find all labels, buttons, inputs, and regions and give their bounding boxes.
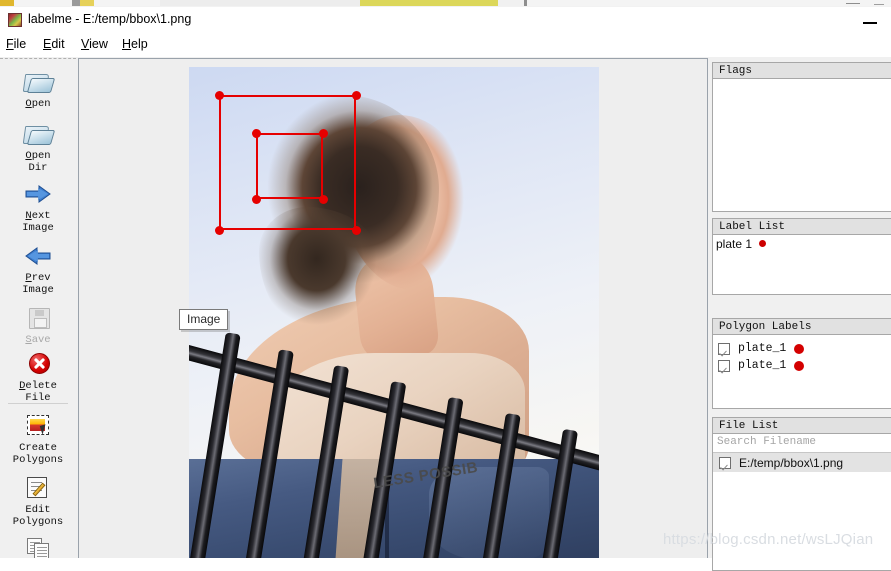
polygon-label-row[interactable]: plate_1 bbox=[713, 357, 891, 374]
polygon-labels-panel-body[interactable]: plate_1 plate_1 bbox=[712, 335, 891, 409]
polygon-labels-panel: Polygon Labels plate_1 plate_1 bbox=[712, 318, 891, 409]
menu-item-view[interactable]: View bbox=[81, 37, 108, 51]
labelme-main-window: labelme - E:/temp/bbox\1.png File Edit V… bbox=[0, 7, 891, 571]
file-list-panel: File List Search Filename E:/temp/bbox\1… bbox=[712, 417, 891, 571]
label-list-panel-title: Label List bbox=[712, 218, 891, 235]
label-list-panel: Label List plate 1 bbox=[712, 218, 891, 295]
open-folder-icon bbox=[22, 67, 56, 97]
menu-bar: File Edit View Help bbox=[0, 33, 891, 57]
bbox-inner-vertex-bl[interactable] bbox=[251, 194, 261, 204]
flags-panel-title: Flags bbox=[712, 62, 891, 79]
bbox-outer-vertex-tr[interactable] bbox=[351, 90, 361, 100]
left-arrow-icon bbox=[22, 241, 54, 271]
toolbar-open-dir-button[interactable]: Open Dir bbox=[0, 119, 76, 174]
edit-polygon-icon bbox=[22, 473, 54, 503]
toolbar-open-label: Open bbox=[25, 98, 51, 110]
toolbar-edit-polygons-label: Edit Polygons bbox=[12, 504, 64, 528]
toolbar-next-image-button[interactable]: Next Image bbox=[0, 179, 76, 234]
toolbar-prev-image-label: Prev Image bbox=[22, 272, 54, 296]
toolbar-prev-image-button[interactable]: Prev Image bbox=[0, 241, 76, 296]
bbox-inner-vertex-br[interactable] bbox=[318, 194, 328, 204]
bbox-inner-vertex-tl[interactable] bbox=[251, 128, 261, 138]
toolbar-create-polygons-button[interactable]: Create Polygons bbox=[0, 411, 76, 466]
image-canvas[interactable]: LESS POSSIB Image bbox=[78, 58, 708, 558]
title-bar: labelme - E:/temp/bbox\1.png bbox=[0, 7, 891, 33]
bbox-outer-vertex-bl[interactable] bbox=[214, 225, 224, 235]
polygon-label-checkbox[interactable] bbox=[718, 359, 730, 372]
toolbar-save-label: Save bbox=[25, 334, 51, 346]
polygon-labels-panel-title: Polygon Labels bbox=[712, 318, 891, 335]
polygon-label-row[interactable]: plate_1 bbox=[713, 340, 891, 357]
create-polygon-icon bbox=[22, 411, 54, 441]
menu-item-file[interactable]: File bbox=[6, 37, 26, 51]
file-list-item-checkbox[interactable] bbox=[719, 456, 731, 469]
label-list-item-text: plate 1 bbox=[716, 237, 753, 251]
flags-panel: Flags bbox=[712, 62, 891, 212]
delete-circle-x-icon bbox=[22, 349, 54, 379]
file-list-panel-body[interactable]: Search Filename E:/temp/bbox\1.png bbox=[712, 434, 891, 571]
floppy-disk-icon bbox=[22, 303, 54, 333]
bbox-inner[interactable] bbox=[256, 133, 323, 199]
toolbar-delete-file-label: Delete File bbox=[19, 380, 57, 404]
toolbar-open-button[interactable]: Open bbox=[0, 67, 76, 110]
polygon-label-text: plate_1 bbox=[738, 359, 787, 372]
menu-item-help[interactable]: Help bbox=[122, 37, 148, 51]
right-dock-panel: Flags Label List plate 1 Polygon Labels … bbox=[712, 58, 891, 571]
toolbar-save-button[interactable]: Save bbox=[0, 303, 76, 346]
search-filename-input[interactable]: Search Filename bbox=[713, 434, 891, 453]
toolbar-duplicate-button[interactable]: Duplicate bbox=[0, 535, 76, 558]
label-list-panel-body[interactable]: plate 1 bbox=[712, 235, 891, 295]
left-toolbar: Open Open Dir Next Image Prev Image Save… bbox=[0, 58, 76, 558]
label-color-dot bbox=[759, 240, 767, 247]
toolbar-edit-polygons-button[interactable]: Edit Polygons bbox=[0, 473, 76, 528]
right-arrow-icon bbox=[22, 179, 54, 209]
duplicate-icon bbox=[22, 535, 54, 558]
flags-panel-body[interactable] bbox=[712, 79, 891, 212]
window-title: labelme - E:/temp/bbox\1.png bbox=[28, 12, 192, 26]
toolbar-next-image-label: Next Image bbox=[22, 210, 54, 234]
open-dir-folder-icon bbox=[22, 119, 56, 149]
labelme-app-icon bbox=[8, 13, 22, 27]
toolbar-create-polygons-label: Create Polygons bbox=[12, 442, 64, 466]
menu-item-edit[interactable]: Edit bbox=[43, 37, 65, 51]
file-list-panel-title: File List bbox=[712, 417, 891, 434]
image-tooltip-label: Image bbox=[179, 309, 229, 330]
minimize-button[interactable] bbox=[856, 7, 884, 33]
toolbar-open-dir-label: Open Dir bbox=[25, 150, 51, 174]
file-list-item-text: E:/temp/bbox\1.png bbox=[739, 455, 844, 470]
toolbar-separator bbox=[8, 403, 68, 404]
polygon-label-checkbox[interactable] bbox=[718, 342, 730, 355]
file-list-item[interactable]: E:/temp/bbox\1.png bbox=[713, 453, 891, 472]
bbox-outer-vertex-br[interactable] bbox=[351, 225, 361, 235]
polygon-color-dot bbox=[794, 360, 805, 371]
bbox-inner-vertex-tr[interactable] bbox=[318, 128, 328, 138]
minimize-icon bbox=[863, 22, 877, 24]
bbox-outer-vertex-tl[interactable] bbox=[214, 90, 224, 100]
polygon-color-dot bbox=[794, 343, 805, 354]
annotated-photo[interactable]: LESS POSSIB bbox=[189, 67, 599, 558]
label-list-item[interactable]: plate 1 bbox=[713, 235, 891, 252]
polygon-label-text: plate_1 bbox=[738, 342, 787, 355]
toolbar-delete-file-button[interactable]: Delete File bbox=[0, 349, 76, 404]
